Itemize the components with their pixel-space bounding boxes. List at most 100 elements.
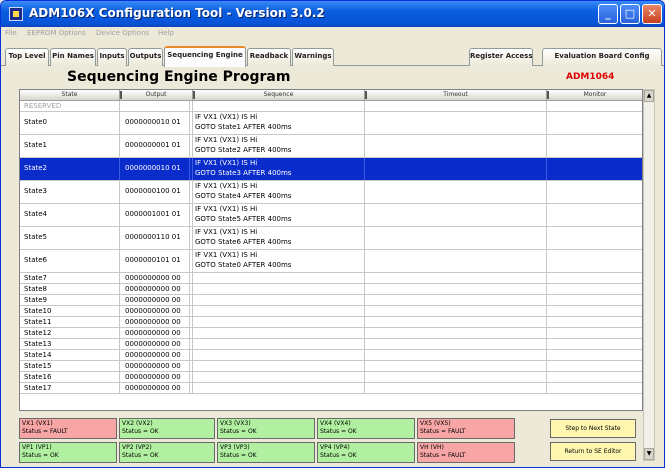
output-cell[interactable]: 0000000010 01	[120, 158, 190, 180]
monitor-cell[interactable]	[547, 284, 642, 294]
output-cell[interactable]: 0000000000 00	[120, 317, 190, 327]
state-cell[interactable]: State12	[20, 328, 120, 338]
table-row[interactable]: State16 0000000000 00	[20, 372, 642, 383]
step-to-next-state-button[interactable]: Step to Next State	[550, 419, 636, 438]
monitor-cell[interactable]	[547, 250, 642, 272]
timeout-cell[interactable]	[365, 135, 547, 157]
state-cell[interactable]: State13	[20, 339, 120, 349]
tab-register-access[interactable]: Register Access	[469, 48, 533, 66]
output-cell[interactable]: 0000000000 00	[120, 306, 190, 316]
table-row[interactable]: State7 0000000000 00	[20, 273, 642, 284]
monitor-cell[interactable]	[547, 181, 642, 203]
monitor-cell[interactable]	[547, 339, 642, 349]
output-cell[interactable]: 0000000010 01	[120, 112, 190, 134]
output-cell[interactable]: 0000000000 00	[120, 295, 190, 305]
table-row[interactable]: RESERVED	[20, 101, 642, 112]
monitor-cell[interactable]	[547, 350, 642, 360]
monitor-cell[interactable]	[547, 158, 642, 180]
timeout-cell[interactable]	[365, 284, 547, 294]
timeout-cell[interactable]	[365, 372, 547, 382]
table-row[interactable]: State1 0000000001 01 IF VX1 (VX1) IS Hi GOT…	[20, 135, 642, 158]
timeout-cell[interactable]	[365, 101, 547, 111]
sequence-cell[interactable]	[193, 306, 365, 316]
monitor-cell[interactable]	[547, 204, 642, 226]
table-row[interactable]: State4 0000001001 01 IF VX1 (VX1) IS Hi GOT…	[20, 204, 642, 227]
timeout-cell[interactable]	[365, 181, 547, 203]
close-button[interactable]: ✕	[642, 4, 662, 24]
state-cell[interactable]: State8	[20, 284, 120, 294]
output-cell[interactable]: 0000000110 01	[120, 227, 190, 249]
state-cell[interactable]: State1	[20, 135, 120, 157]
state-cell[interactable]: State10	[20, 306, 120, 316]
sequence-cell[interactable]: IF VX1 (VX1) IS Hi GOTO State2 AFTER 400m…	[193, 135, 365, 157]
timeout-cell[interactable]	[365, 227, 547, 249]
table-row[interactable]: State5 0000000110 01 IF VX1 (VX1) IS Hi GOT…	[20, 227, 642, 250]
state-cell[interactable]: State15	[20, 361, 120, 371]
state-cell[interactable]: State4	[20, 204, 120, 226]
menu-help[interactable]: Help	[158, 29, 174, 37]
timeout-cell[interactable]	[365, 317, 547, 327]
timeout-cell[interactable]	[365, 112, 547, 134]
return-to-se-editor-button[interactable]: Return to SE Editor	[550, 442, 636, 461]
sequence-cell[interactable]: IF VX1 (VX1) IS Hi GOTO State1 AFTER 400m…	[193, 112, 365, 134]
table-row[interactable]: State15 0000000000 00	[20, 361, 642, 372]
minimize-button[interactable]: _	[598, 4, 618, 24]
state-cell[interactable]: State16	[20, 372, 120, 382]
state-cell[interactable]: State11	[20, 317, 120, 327]
table-row[interactable]: State17 0000000000 00	[20, 383, 642, 394]
menu-device-options[interactable]: Device Options	[96, 29, 149, 37]
sequence-cell[interactable]	[193, 284, 365, 294]
monitor-cell[interactable]	[547, 112, 642, 134]
state-cell[interactable]: State17	[20, 383, 120, 393]
menu-file[interactable]: File	[5, 29, 17, 37]
output-cell[interactable]: 0000001001 01	[120, 204, 190, 226]
vertical-scrollbar[interactable]: ▲ ▼	[643, 89, 655, 461]
tab-readback[interactable]: Readback	[247, 48, 291, 66]
timeout-cell[interactable]	[365, 295, 547, 305]
scroll-up-icon[interactable]: ▲	[644, 90, 654, 102]
output-cell[interactable]: 0000000001 01	[120, 135, 190, 157]
output-cell[interactable]: 0000000000 00	[120, 372, 190, 382]
output-cell[interactable]	[120, 101, 190, 111]
timeout-cell[interactable]	[365, 204, 547, 226]
timeout-cell[interactable]	[365, 328, 547, 338]
column-header-output[interactable]: Output	[120, 90, 193, 101]
sequence-cell[interactable]	[193, 339, 365, 349]
sequence-cell[interactable]	[193, 361, 365, 371]
table-row[interactable]: State12 0000000000 00	[20, 328, 642, 339]
state-cell[interactable]: State0	[20, 112, 120, 134]
tab-pin-names[interactable]: Pin Names	[50, 48, 96, 66]
sequence-cell[interactable]	[193, 372, 365, 382]
monitor-cell[interactable]	[547, 227, 642, 249]
monitor-cell[interactable]	[547, 372, 642, 382]
monitor-cell[interactable]	[547, 383, 642, 393]
state-cell[interactable]: State14	[20, 350, 120, 360]
output-cell[interactable]: 0000000101 01	[120, 250, 190, 272]
state-cell[interactable]: State7	[20, 273, 120, 283]
title-bar[interactable]: ADM106X Configuration Tool - Version 3.0…	[1, 1, 664, 27]
table-row[interactable]: State14 0000000000 00	[20, 350, 642, 361]
tab-warnings[interactable]: Warnings	[292, 48, 334, 66]
output-cell[interactable]: 0000000000 00	[120, 383, 190, 393]
tab-inputs[interactable]: Inputs	[97, 48, 127, 66]
table-row[interactable]: State8 0000000000 00	[20, 284, 642, 295]
sequence-cell[interactable]: IF VX1 (VX1) IS Hi GOTO State6 AFTER 400m…	[193, 227, 365, 249]
tab-evaluation-board-config[interactable]: Evaluation Board Config	[542, 48, 662, 66]
timeout-cell[interactable]	[365, 273, 547, 283]
sequence-cell[interactable]: IF VX1 (VX1) IS Hi GOTO State5 AFTER 400m…	[193, 204, 365, 226]
sequence-cell[interactable]: IF VX1 (VX1) IS Hi GOTO State0 AFTER 400m…	[193, 250, 365, 272]
state-cell[interactable]: State2	[20, 158, 120, 180]
state-cell[interactable]: State9	[20, 295, 120, 305]
timeout-cell[interactable]	[365, 250, 547, 272]
maximize-button[interactable]: □	[620, 4, 640, 24]
timeout-cell[interactable]	[365, 350, 547, 360]
scroll-down-icon[interactable]: ▼	[644, 448, 654, 460]
tab-outputs[interactable]: Outputs	[128, 48, 163, 66]
monitor-cell[interactable]	[547, 101, 642, 111]
monitor-cell[interactable]	[547, 295, 642, 305]
sequence-cell[interactable]	[193, 295, 365, 305]
timeout-cell[interactable]	[365, 306, 547, 316]
table-row[interactable]: State11 0000000000 00	[20, 317, 642, 328]
column-header-monitor[interactable]: Monitor	[547, 90, 642, 101]
menu-eeprom-options[interactable]: EEPROM Options	[27, 29, 86, 37]
